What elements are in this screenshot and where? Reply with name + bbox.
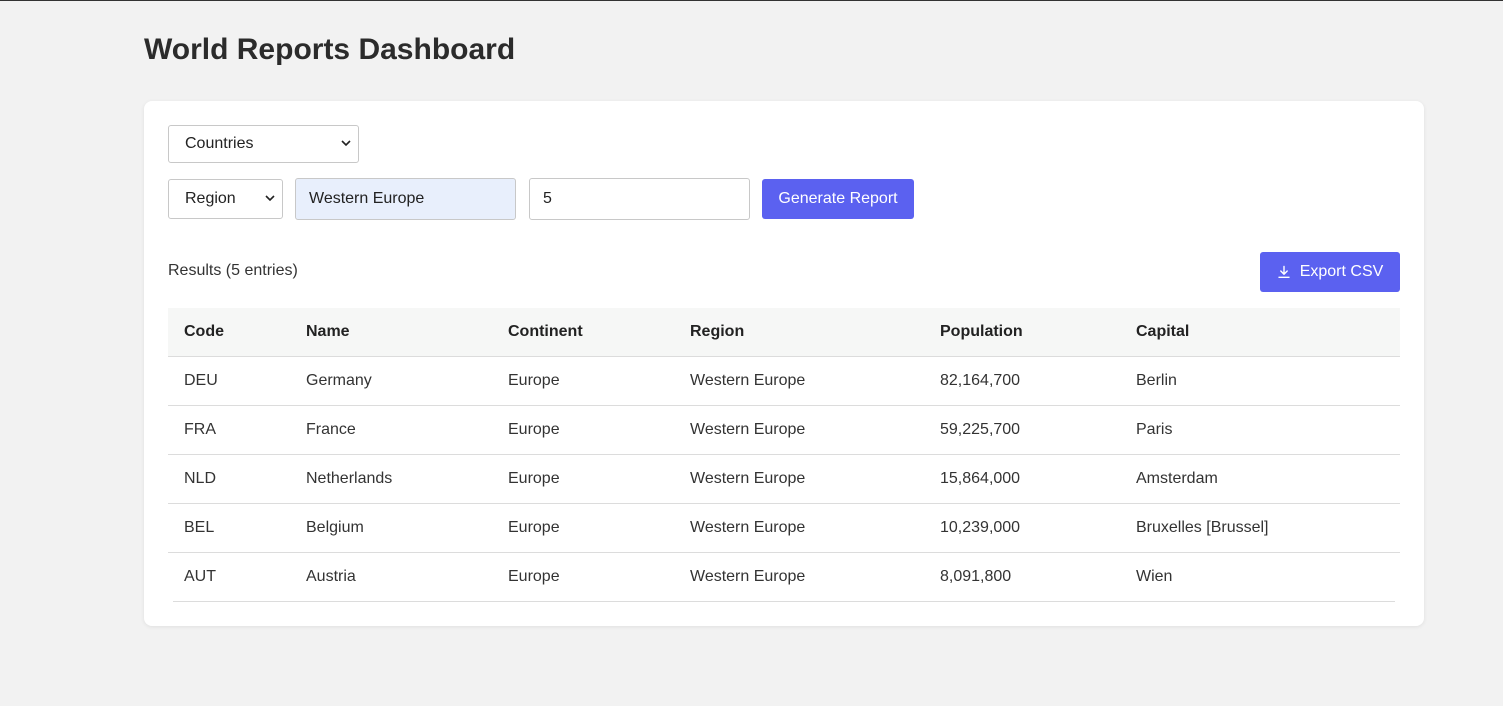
cell-population: 82,164,700 bbox=[940, 372, 1021, 389]
cell-capital: Bruxelles [Brussel] bbox=[1136, 519, 1269, 536]
report-type-select[interactable]: Countries bbox=[168, 125, 359, 163]
cell-population: 10,239,000 bbox=[940, 519, 1021, 536]
column-header-population[interactable]: Population bbox=[940, 308, 1023, 356]
table-row: FRA France Europe Western Europe 59,225,… bbox=[168, 406, 1400, 455]
cell-code: BEL bbox=[184, 519, 215, 536]
column-header-code[interactable]: Code bbox=[184, 308, 224, 356]
filter-type-select[interactable]: Region bbox=[168, 179, 283, 219]
cell-population: 8,091,800 bbox=[940, 568, 1012, 585]
cell-code: AUT bbox=[184, 568, 216, 585]
cell-capital: Amsterdam bbox=[1136, 470, 1218, 487]
table-row: DEU Germany Europe Western Europe 82,164… bbox=[168, 357, 1400, 406]
report-type-value: Countries bbox=[185, 135, 254, 152]
cell-population: 15,864,000 bbox=[940, 470, 1021, 487]
cell-code: NLD bbox=[184, 470, 217, 487]
cell-capital: Paris bbox=[1136, 421, 1173, 438]
results-title: Results (5 entries) bbox=[168, 262, 298, 279]
cell-region: Western Europe bbox=[690, 470, 806, 487]
cell-name: Austria bbox=[306, 568, 356, 585]
cell-continent: Europe bbox=[508, 421, 560, 438]
cell-region: Western Europe bbox=[690, 519, 806, 536]
cell-region: Western Europe bbox=[690, 372, 806, 389]
export-csv-button[interactable]: Export CSV bbox=[1260, 252, 1400, 292]
dashboard-page: World Reports Dashboard Countries Region… bbox=[144, 1, 1424, 626]
cell-continent: Europe bbox=[508, 470, 560, 487]
results-table: Code Name Continent Region Population Ca… bbox=[168, 308, 1400, 602]
cell-name: Netherlands bbox=[306, 470, 393, 487]
filter-value-input[interactable]: Western Europe bbox=[295, 178, 516, 220]
cell-capital: Wien bbox=[1136, 568, 1173, 585]
cell-name: Belgium bbox=[306, 519, 364, 536]
cell-population: 59,225,700 bbox=[940, 421, 1021, 438]
column-header-region[interactable]: Region bbox=[690, 308, 744, 356]
cell-capital: Berlin bbox=[1136, 372, 1177, 389]
column-header-capital[interactable]: Capital bbox=[1136, 308, 1189, 356]
cell-continent: Europe bbox=[508, 568, 560, 585]
table-row: NLD Netherlands Europe Western Europe 15… bbox=[168, 455, 1400, 504]
column-header-continent[interactable]: Continent bbox=[508, 308, 583, 356]
filter-type-value: Region bbox=[185, 190, 236, 207]
table-row: BEL Belgium Europe Western Europe 10,239… bbox=[168, 504, 1400, 553]
limit-input[interactable]: 5 bbox=[529, 178, 750, 220]
cell-continent: Europe bbox=[508, 372, 560, 389]
table-header-row: Code Name Continent Region Population Ca… bbox=[168, 308, 1400, 357]
cell-code: FRA bbox=[184, 421, 216, 438]
chevron-down-icon bbox=[265, 195, 275, 202]
cell-name: France bbox=[306, 421, 356, 438]
cell-continent: Europe bbox=[508, 519, 560, 536]
generate-report-button[interactable]: Generate Report bbox=[762, 179, 914, 219]
page-title: World Reports Dashboard bbox=[144, 33, 516, 66]
cell-region: Western Europe bbox=[690, 421, 806, 438]
download-icon bbox=[1278, 265, 1290, 278]
report-card: Countries Region Western Europe 5 Genera… bbox=[144, 101, 1424, 626]
cell-name: Germany bbox=[306, 372, 372, 389]
export-csv-label: Export CSV bbox=[1299, 263, 1384, 280]
cell-region: Western Europe bbox=[690, 568, 806, 585]
column-header-name[interactable]: Name bbox=[306, 308, 350, 356]
cell-code: DEU bbox=[184, 372, 218, 389]
chevron-down-icon bbox=[341, 140, 351, 147]
table-row: AUT Austria Europe Western Europe 8,091,… bbox=[168, 553, 1400, 602]
